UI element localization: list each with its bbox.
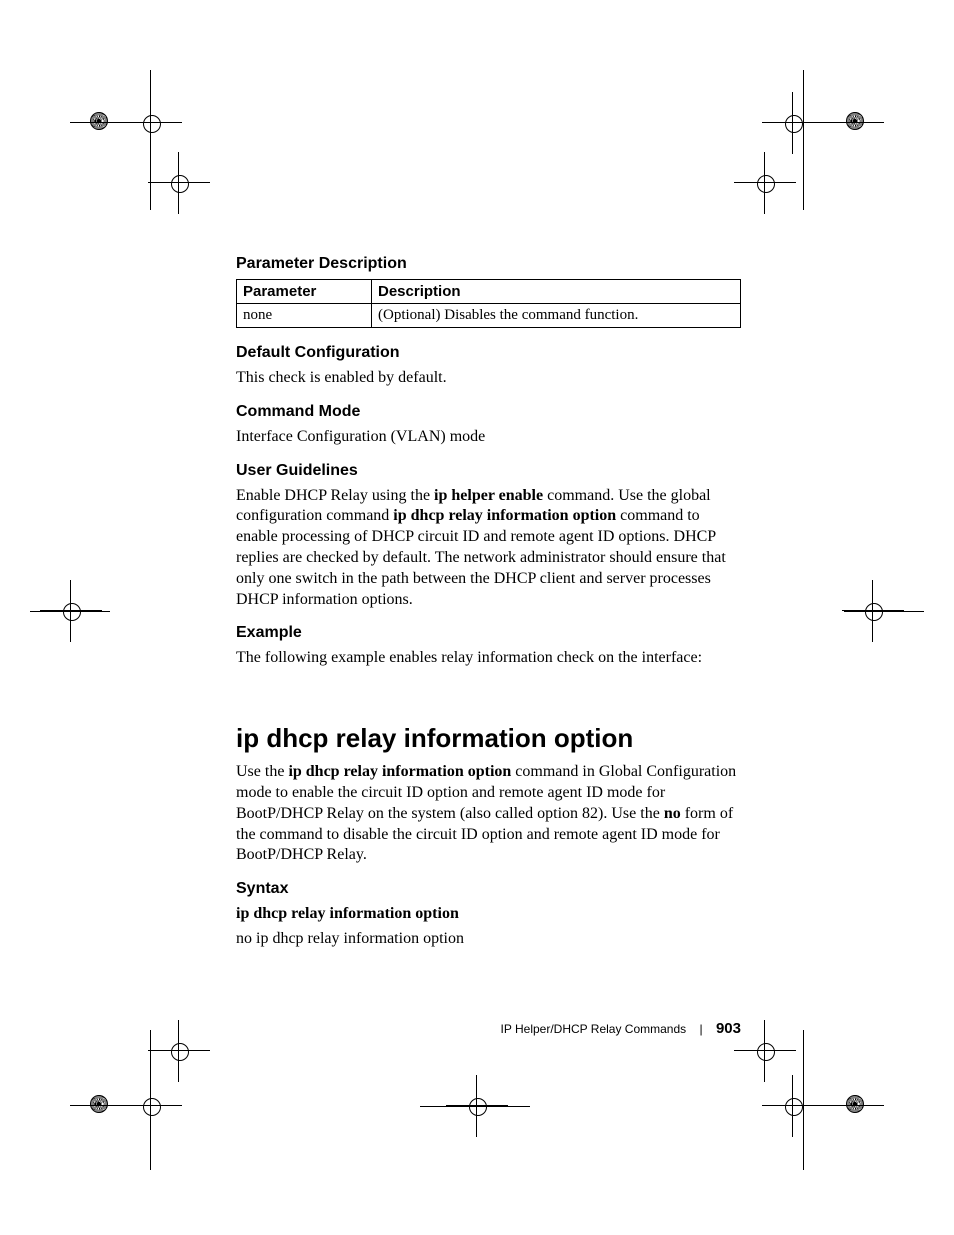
table-row: none (Optional) Disables the command fun…: [237, 304, 741, 328]
print-mark-icon: [140, 112, 162, 134]
text-user-guidelines: Enable DHCP Relay using the ip helper en…: [236, 486, 741, 611]
footer-separator: |: [700, 1022, 703, 1036]
footer-section-name: IP Helper/DHCP Relay Commands: [501, 1022, 687, 1036]
print-mark-icon: [420, 1106, 530, 1107]
print-mark-icon: [803, 1030, 804, 1170]
text-command-description: Use the ip dhcp relay information option…: [236, 762, 741, 866]
text-bold-fragment: ip dhcp relay information option: [236, 905, 459, 922]
text-bold-fragment: ip dhcp relay information option: [288, 763, 511, 780]
table-header-row: Parameter Description: [237, 280, 741, 304]
text-bold-fragment: ip dhcp relay information option: [393, 507, 616, 524]
parameter-table: Parameter Description none (Optional) Di…: [236, 279, 741, 328]
table-header-description: Description: [372, 280, 741, 304]
text-bold-fragment: ip helper enable: [434, 487, 543, 504]
print-mark-icon: [30, 611, 110, 612]
heading-example: Example: [236, 624, 741, 642]
heading-command-mode: Command Mode: [236, 403, 741, 421]
print-mark-icon: [90, 112, 108, 130]
print-mark-icon: [754, 1040, 776, 1062]
heading-syntax: Syntax: [236, 880, 741, 898]
print-mark-icon: [774, 1105, 884, 1106]
print-mark-icon: [150, 70, 151, 210]
heading-user-guidelines: User Guidelines: [236, 462, 741, 480]
text-example: The following example enables relay info…: [236, 648, 741, 669]
print-mark-icon: [90, 1095, 108, 1113]
print-mark-icon: [140, 1095, 162, 1117]
command-title: ip dhcp relay information option: [236, 723, 741, 754]
print-mark-icon: [168, 1040, 190, 1062]
print-mark-icon: [70, 1105, 180, 1106]
print-mark-icon: [782, 1095, 804, 1117]
syntax-line-2: no ip dhcp relay information option: [236, 929, 741, 950]
print-mark-icon: [774, 122, 884, 123]
print-mark-icon: [844, 611, 924, 612]
syntax-line-1: ip dhcp relay information option: [236, 904, 741, 925]
print-mark-icon: [168, 172, 190, 194]
text-fragment: Enable DHCP Relay using the: [236, 487, 434, 504]
table-cell-description: (Optional) Disables the command function…: [372, 304, 741, 328]
page-footer: IP Helper/DHCP Relay Commands | 903: [236, 1020, 741, 1037]
print-mark-icon: [754, 172, 776, 194]
table-cell-parameter: none: [237, 304, 372, 328]
text-bold-fragment: no: [664, 805, 681, 822]
print-mark-icon: [150, 1030, 151, 1170]
print-mark-icon: [70, 122, 180, 123]
heading-parameter-description: Parameter Description: [236, 255, 741, 273]
table-header-parameter: Parameter: [237, 280, 372, 304]
print-mark-icon: [782, 112, 804, 134]
text-command-mode: Interface Configuration (VLAN) mode: [236, 427, 741, 448]
print-mark-icon: [803, 70, 804, 210]
print-mark-icon: [846, 112, 864, 130]
heading-default-configuration: Default Configuration: [236, 344, 741, 362]
page-content: Parameter Description Parameter Descript…: [236, 255, 741, 964]
text-default-configuration: This check is enabled by default.: [236, 368, 741, 389]
footer-page-number: 903: [716, 1020, 741, 1037]
print-mark-icon: [846, 1095, 864, 1113]
text-fragment: Use the: [236, 763, 288, 780]
